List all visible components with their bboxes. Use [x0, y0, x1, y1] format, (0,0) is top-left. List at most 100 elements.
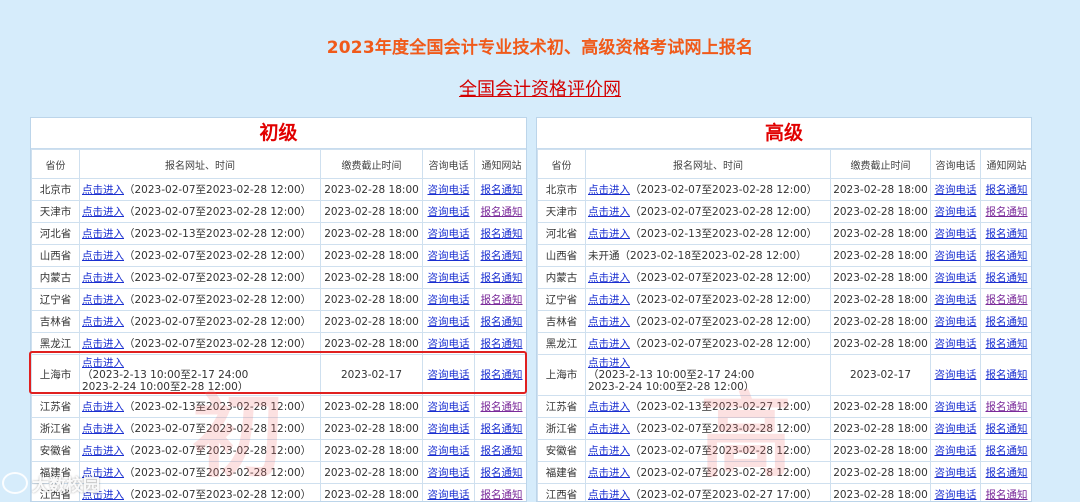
- consult-phone-link[interactable]: 咨询电话: [935, 338, 977, 350]
- enter-link[interactable]: 点击进入: [588, 423, 630, 435]
- consult-phone-link[interactable]: 咨询电话: [935, 467, 977, 479]
- consult-phone-link[interactable]: 咨询电话: [935, 228, 977, 240]
- registration-cell: 点击进入（2023-02-13至2023-02-28 12:00）: [79, 222, 321, 245]
- consult-phone-link[interactable]: 咨询电话: [428, 445, 470, 457]
- consult-phone-link[interactable]: 咨询电话: [428, 489, 470, 501]
- enter-link[interactable]: 点击进入: [588, 184, 630, 196]
- consult-phone-link[interactable]: 咨询电话: [935, 184, 977, 196]
- enter-link[interactable]: 点击进入: [588, 445, 630, 457]
- consult-phone-link[interactable]: 咨询电话: [428, 294, 470, 306]
- enter-link[interactable]: 点击进入: [588, 489, 630, 501]
- enter-link[interactable]: 点击进入: [588, 206, 630, 218]
- enter-link[interactable]: 点击进入: [82, 423, 124, 435]
- registration-notice-link[interactable]: 报名通知: [986, 250, 1028, 262]
- consult-phone-link[interactable]: 咨询电话: [428, 184, 470, 196]
- registration-notice-link[interactable]: 报名通知: [481, 294, 523, 306]
- registration-notice-link[interactable]: 报名通知: [481, 401, 523, 413]
- header-deadline: 缴费截止时间: [830, 149, 931, 179]
- registration-notice-link[interactable]: 报名通知: [986, 369, 1028, 381]
- registration-notice-link[interactable]: 报名通知: [481, 250, 523, 262]
- phone-cell: 咨询电话: [422, 439, 475, 462]
- consult-phone-link[interactable]: 咨询电话: [935, 206, 977, 218]
- enter-link[interactable]: 点击进入: [588, 357, 630, 369]
- phone-cell: 咨询电话: [930, 244, 981, 267]
- consult-phone-link[interactable]: 咨询电话: [935, 401, 977, 413]
- notice-cell: 报名通知: [474, 200, 526, 223]
- consult-phone-link[interactable]: 咨询电话: [428, 228, 470, 240]
- registration-notice-link[interactable]: 报名通知: [481, 228, 523, 240]
- enter-link[interactable]: 点击进入: [82, 184, 124, 196]
- header-province: 省份: [537, 149, 586, 179]
- registration-notice-link[interactable]: 报名通知: [986, 338, 1028, 350]
- enter-link[interactable]: 点击进入: [82, 294, 124, 306]
- registration-notice-link[interactable]: 报名通知: [481, 338, 523, 350]
- registration-notice-link[interactable]: 报名通知: [986, 228, 1028, 240]
- consult-phone-link[interactable]: 咨询电话: [428, 467, 470, 479]
- advanced-level-title: 高级: [537, 118, 1031, 149]
- registration-notice-link[interactable]: 报名通知: [986, 445, 1028, 457]
- notice-cell: 报名通知: [474, 244, 526, 267]
- registration-cell: 点击进入（2023-02-07至2023-02-28 12:00）: [79, 310, 321, 333]
- enter-link[interactable]: 点击进入: [82, 316, 124, 328]
- consult-phone-link[interactable]: 咨询电话: [428, 338, 470, 350]
- registration-notice-link[interactable]: 报名通知: [481, 489, 523, 501]
- phone-cell: 咨询电话: [422, 222, 475, 245]
- consult-phone-link[interactable]: 咨询电话: [935, 423, 977, 435]
- registration-notice-link[interactable]: 报名通知: [481, 369, 523, 381]
- enter-link[interactable]: 点击进入: [588, 467, 630, 479]
- consult-phone-link[interactable]: 咨询电话: [428, 423, 470, 435]
- consult-phone-link[interactable]: 咨询电话: [428, 272, 470, 284]
- enter-link[interactable]: 点击进入: [588, 316, 630, 328]
- registration-cell: 点击进入（2023-02-07至2023-02-28 12:00）: [585, 200, 831, 223]
- enter-link[interactable]: 点击进入: [82, 445, 124, 457]
- registration-notice-link[interactable]: 报名通知: [481, 316, 523, 328]
- registration-notice-link[interactable]: 报名通知: [481, 467, 523, 479]
- enter-link[interactable]: 点击进入: [588, 228, 630, 240]
- enter-link[interactable]: 点击进入: [588, 338, 630, 350]
- registration-notice-link[interactable]: 报名通知: [986, 294, 1028, 306]
- enter-link[interactable]: 点击进入: [82, 206, 124, 218]
- enter-link[interactable]: 点击进入: [82, 401, 124, 413]
- advanced-table: 省份 报名网址、时间 缴费截止时间 咨询电话 通知网站 北京市 点击进入（2023…: [537, 149, 1031, 501]
- consult-phone-link[interactable]: 咨询电话: [428, 316, 470, 328]
- consult-phone-link[interactable]: 咨询电话: [935, 316, 977, 328]
- enter-link[interactable]: 点击进入: [82, 272, 124, 284]
- consult-phone-link[interactable]: 咨询电话: [935, 445, 977, 457]
- enter-link[interactable]: 点击进入: [82, 338, 124, 350]
- province-cell: 上海市: [31, 354, 80, 396]
- consult-phone-link[interactable]: 咨询电话: [935, 369, 977, 381]
- registration-notice-link[interactable]: 报名通知: [986, 206, 1028, 218]
- registration-cell: 点击进入（2023-02-07至2023-02-28 12:00）: [79, 439, 321, 462]
- registration-notice-link[interactable]: 报名通知: [481, 206, 523, 218]
- enter-link[interactable]: 点击进入: [82, 228, 124, 240]
- accounting-site-link[interactable]: 全国会计资格评价网: [459, 79, 621, 100]
- table-row: 江苏省 点击进入（2023-02-13至2023-02-27 12:00） 2023…: [537, 395, 1031, 418]
- registration-notice-link[interactable]: 报名通知: [986, 423, 1028, 435]
- registration-cell: 点击进入（2023-02-07至2023-02-28 12:00）: [79, 417, 321, 440]
- enter-link[interactable]: 点击进入: [82, 357, 124, 369]
- consult-phone-link[interactable]: 咨询电话: [428, 250, 470, 262]
- consult-phone-link[interactable]: 咨询电话: [935, 294, 977, 306]
- registration-notice-link[interactable]: 报名通知: [986, 467, 1028, 479]
- consult-phone-link[interactable]: 咨询电话: [935, 489, 977, 501]
- enter-link[interactable]: 点击进入: [588, 401, 630, 413]
- registration-cell: 点击进入（2023-02-07至2023-02-28 12:00）: [585, 178, 831, 201]
- enter-link[interactable]: 点击进入: [82, 250, 124, 262]
- registration-notice-link[interactable]: 报名通知: [481, 184, 523, 196]
- registration-notice-link[interactable]: 报名通知: [986, 401, 1028, 413]
- consult-phone-link[interactable]: 咨询电话: [428, 401, 470, 413]
- registration-notice-link[interactable]: 报名通知: [481, 423, 523, 435]
- registration-notice-link[interactable]: 报名通知: [986, 316, 1028, 328]
- consult-phone-link[interactable]: 咨询电话: [428, 206, 470, 218]
- registration-notice-link[interactable]: 报名通知: [986, 489, 1028, 501]
- consult-phone-link[interactable]: 咨询电话: [935, 272, 977, 284]
- registration-notice-link[interactable]: 报名通知: [481, 272, 523, 284]
- registration-time: （2023-02-07至2023-02-28 12:00）: [630, 423, 818, 435]
- enter-link[interactable]: 点击进入: [588, 272, 630, 284]
- enter-link[interactable]: 点击进入: [588, 294, 630, 306]
- registration-notice-link[interactable]: 报名通知: [481, 445, 523, 457]
- registration-notice-link[interactable]: 报名通知: [986, 184, 1028, 196]
- consult-phone-link[interactable]: 咨询电话: [428, 369, 470, 381]
- registration-notice-link[interactable]: 报名通知: [986, 272, 1028, 284]
- consult-phone-link[interactable]: 咨询电话: [935, 250, 977, 262]
